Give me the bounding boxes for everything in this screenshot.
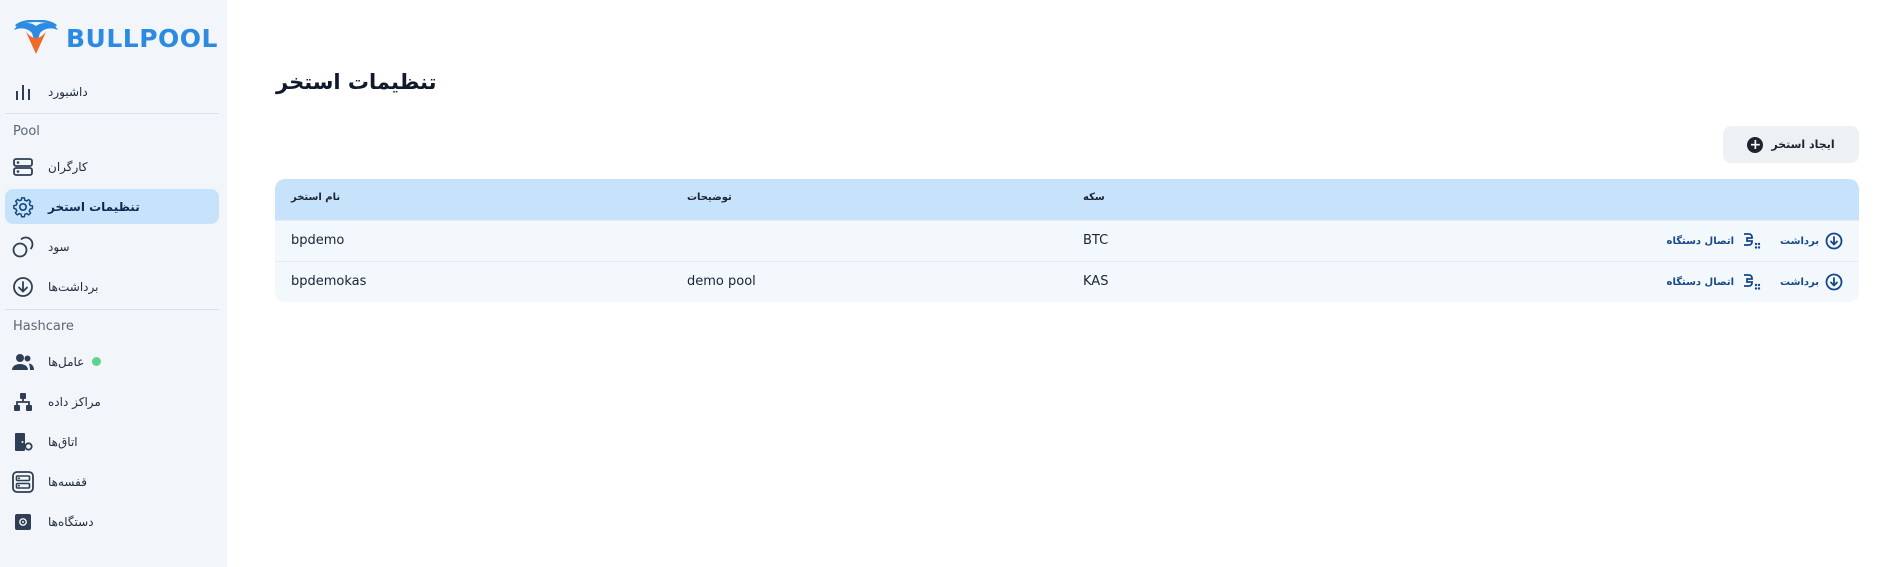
pool-description-cell: demo pool <box>687 274 756 289</box>
pool-name-cell: bpdemo <box>291 233 345 248</box>
sidebar-item-label: مراکز داده <box>48 394 101 409</box>
sidebar-item-label: قفسه‌ها <box>48 474 87 489</box>
sidebar-item-label: برداشت‌ها <box>48 279 99 294</box>
sidebar-item-racks[interactable]: قفسه‌ها <box>5 464 219 499</box>
page-title: تنظیمات استخر <box>276 70 437 94</box>
pools-table: نام استخر توضیحات سکه bpdemo BTC اتصال د… <box>275 179 1859 302</box>
app: BULLPOOL داشبورد Pool کارگران تنظیمات اس… <box>0 0 1894 567</box>
sidebar-item-label: عامل‌ها <box>48 354 85 369</box>
online-status-dot <box>92 357 102 366</box>
bar-chart-icon <box>12 81 34 103</box>
brand-name: BULLPOOL <box>66 23 218 53</box>
column-header-coin: سکه <box>1083 192 1105 203</box>
sidebar-item-rooms[interactable]: اتاق‌ها <box>5 424 219 459</box>
plus-circle-icon: + <box>1747 136 1764 153</box>
download-circle-icon <box>12 276 34 298</box>
server-icon <box>12 156 34 178</box>
row-actions: اتصال دستگاه برداشت <box>1667 273 1843 291</box>
section-label-pool: Pool <box>13 124 40 139</box>
sidebar-item-label: دستگاه‌ها <box>48 514 94 529</box>
row-actions: اتصال دستگاه برداشت <box>1667 232 1843 250</box>
sidebar-item-label: داشبورد <box>48 84 88 99</box>
download-circle-icon <box>1825 232 1843 250</box>
withdraw-label: برداشت <box>1780 276 1819 288</box>
sidebar-item-workers[interactable]: کارگران <box>5 149 219 184</box>
sidebar-item-agents[interactable]: عامل‌ها <box>5 344 219 379</box>
sidebar-item-withdrawals[interactable]: برداشت‌ها <box>5 269 219 304</box>
gear-icon <box>12 196 34 218</box>
plug-icon <box>1744 274 1761 290</box>
withdraw-label: برداشت <box>1780 235 1819 247</box>
sidebar-item-label: کارگران <box>48 159 88 174</box>
sidebar-item-label: اتاق‌ها <box>48 434 78 449</box>
table-header: نام استخر توضیحات سکه <box>275 179 1859 220</box>
sidebar-item-label: تنظیمات استخر <box>48 199 140 214</box>
device-icon <box>12 511 34 533</box>
connect-device-label: اتصال دستگاه <box>1666 276 1735 288</box>
plug-icon <box>1744 233 1761 249</box>
create-pool-label: ایجاد استخر <box>1771 138 1835 151</box>
sidebar-item-dashboard[interactable]: داشبورد <box>5 74 219 109</box>
sidebar-item-profit[interactable]: سود <box>5 229 219 264</box>
sidebar: BULLPOOL داشبورد Pool کارگران تنظیمات اس… <box>0 0 227 567</box>
sidebar-divider <box>5 113 219 114</box>
pool-coin-cell: BTC <box>1083 233 1109 248</box>
bull-logo-icon <box>14 20 58 54</box>
table-row: bpdemo BTC اتصال دستگاه برداشت <box>275 220 1859 261</box>
withdraw-button[interactable]: برداشت <box>1780 273 1843 291</box>
connect-device-button[interactable]: اتصال دستگاه <box>1667 273 1762 291</box>
sidebar-item-pool-settings[interactable]: تنظیمات استخر <box>5 189 219 224</box>
table-row: bpdemokas demo pool KAS اتصال دستگاه برد… <box>275 261 1859 302</box>
column-header-name: نام استخر <box>291 192 341 203</box>
sidebar-item-datacenters[interactable]: مراکز داده <box>5 384 219 419</box>
brand-logo[interactable]: BULLPOOL <box>12 18 218 58</box>
column-header-description: توضیحات <box>687 192 732 203</box>
download-circle-icon <box>1825 273 1843 291</box>
pool-coin-cell: KAS <box>1083 274 1109 289</box>
network-icon <box>12 391 34 413</box>
pool-name-cell: bpdemokas <box>291 274 367 289</box>
connect-device-button[interactable]: اتصال دستگاه <box>1667 232 1762 250</box>
connect-device-label: اتصال دستگاه <box>1666 235 1735 247</box>
section-label-hashcare: Hashcare <box>13 319 74 334</box>
door-gear-icon <box>12 431 34 453</box>
sidebar-item-devices[interactable]: دستگاه‌ها <box>5 504 219 539</box>
rack-icon <box>12 470 34 493</box>
create-pool-button[interactable]: + ایجاد استخر <box>1723 126 1859 163</box>
sidebar-item-label: سود <box>48 239 70 254</box>
users-icon <box>12 351 34 373</box>
coins-icon <box>12 236 34 258</box>
withdraw-button[interactable]: برداشت <box>1780 232 1843 250</box>
sidebar-divider <box>5 309 219 310</box>
